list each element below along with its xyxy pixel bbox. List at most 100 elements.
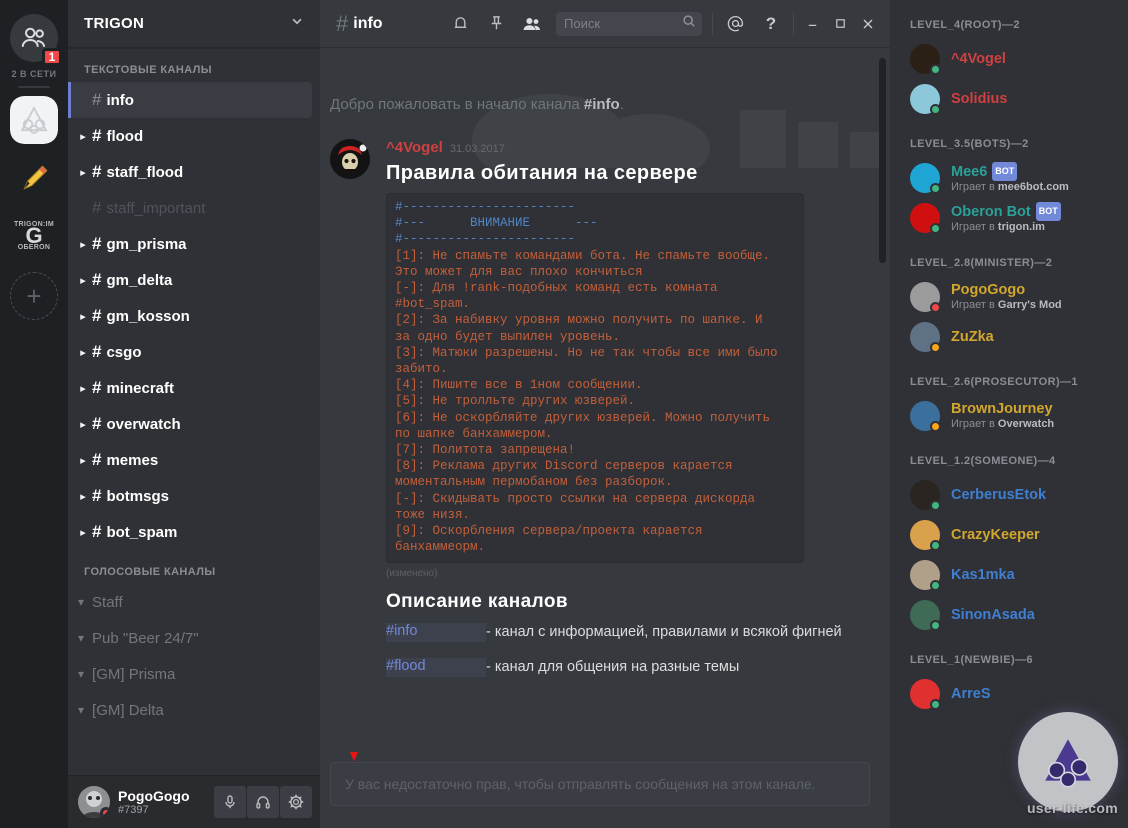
member-item[interactable]: Solidius <box>890 79 1128 119</box>
close-button[interactable] <box>854 9 882 39</box>
avatar[interactable] <box>910 203 941 234</box>
edited-label: (изменено) <box>386 568 438 580</box>
bell-icon <box>454 17 466 29</box>
guild-header[interactable]: TRIGON <box>68 0 320 48</box>
member-item[interactable]: ArreS <box>890 674 1128 714</box>
voice-channel-item[interactable]: ▾ [GM] Prisma <box>68 656 320 692</box>
server-icon-pencil[interactable] <box>10 154 58 202</box>
watermark-logo <box>1018 712 1118 812</box>
pinned-messages-button[interactable] <box>478 6 514 42</box>
channel-name: gm_kosson <box>106 307 190 325</box>
channel-item-gm_prisma[interactable]: ▸ # gm_prisma <box>68 226 312 262</box>
member-list-button[interactable] <box>514 6 550 42</box>
channel-item-minecraft[interactable]: ▸ # minecraft <box>68 370 312 406</box>
member-item[interactable]: BrownJourney Играет в Overwatch <box>890 396 1128 436</box>
avatar[interactable] <box>910 480 941 511</box>
help-button[interactable]: ? <box>753 6 789 42</box>
member-activity: Играет в Overwatch <box>951 418 1055 430</box>
question-mark-icon: ? <box>765 13 777 33</box>
avatar[interactable] <box>910 560 941 591</box>
pin-icon <box>491 16 501 30</box>
message-scrollbar[interactable] <box>879 58 886 263</box>
voice-channel-item[interactable]: ▾ [GM] Delta <box>68 692 320 728</box>
status-indicator <box>930 183 941 194</box>
channel-item-memes[interactable]: ▸ # memes <box>68 442 312 478</box>
watermark-text: user-life.com <box>1026 800 1118 816</box>
channel-descriptions: #info - канал с информацией, правилами и … <box>386 623 870 678</box>
search-input[interactable] <box>564 16 676 31</box>
voice-channel-item[interactable]: ▾ Pub "Beer 24/7" <box>68 620 320 656</box>
discord-window: 1 2 В СЕТИ TRIGON:IM G OБERON + TRIGON Т… <box>0 0 1128 828</box>
direct-messages-button[interactable]: 1 <box>10 14 62 66</box>
member-item[interactable]: Oberon Bot BOT Играет в trigon.im <box>890 198 1128 238</box>
channel-item-overwatch[interactable]: ▸ # overwatch <box>68 406 312 442</box>
user-settings-button[interactable] <box>280 786 312 818</box>
welcome-channel-mention: #info <box>583 96 620 113</box>
channel-list[interactable]: ТЕКСТОВЫЕ КАНАЛЫ ▸#info▸#flood▸#staff_fl… <box>68 48 320 775</box>
channel-name: info <box>106 91 134 109</box>
pencil-glyph-icon <box>23 165 48 190</box>
maximize-button[interactable] <box>826 9 854 39</box>
member-item[interactable]: Kas1mka <box>890 555 1128 595</box>
avatar[interactable] <box>910 163 941 194</box>
member-item[interactable]: ^4Vogel <box>890 39 1128 79</box>
unread-arrow-icon: ▸ <box>80 454 86 467</box>
server-icon-oberon[interactable]: TRIGON:IM G OБERON <box>10 212 58 260</box>
member-text: BrownJourney Играет в Overwatch <box>951 401 1054 431</box>
headphones-icon <box>256 796 270 809</box>
avatar[interactable] <box>910 282 941 313</box>
channel-mention[interactable]: #flood <box>386 658 486 678</box>
minimize-button[interactable] <box>798 9 826 39</box>
avatar[interactable] <box>910 401 941 432</box>
channel-item-gm_delta[interactable]: ▸ # gm_delta <box>68 262 312 298</box>
mentions-button[interactable] <box>717 6 753 42</box>
member-group-title: LEVEL_2.8(MINISTER)—2 <box>910 257 1053 269</box>
channel-item-bot_spam[interactable]: ▸ # bot_spam <box>68 514 312 550</box>
server-icon-trigon[interactable] <box>10 96 58 144</box>
deafen-button[interactable] <box>247 786 279 818</box>
member-activity-name: mee6bot.com <box>997 181 1069 193</box>
member-item[interactable]: PogoGogo Играет в Garry's Mod <box>890 277 1128 317</box>
member-item[interactable]: Mee6 BOT Играет в mee6bot.com <box>890 158 1128 198</box>
member-item[interactable]: CerberusEtok <box>890 475 1128 515</box>
voice-channel-item[interactable]: ▾ Staff <box>68 584 320 620</box>
avatar[interactable] <box>78 786 110 818</box>
avatar[interactable] <box>910 44 941 75</box>
member-item[interactable]: SinonAsada <box>890 595 1128 635</box>
channel-item-info[interactable]: ▸#info <box>68 82 312 118</box>
channel-item-csgo[interactable]: ▸ # csgo <box>68 334 312 370</box>
member-list[interactable]: LEVEL_4(ROOT)—2 ^4Vogel Solidius LEVEL_3.5(… <box>890 0 1128 828</box>
avatar-image <box>330 139 370 179</box>
channel-item-staff_flood[interactable]: ▸ # staff_flood <box>68 154 312 190</box>
member-name: Oberon Bot BOT <box>951 202 1061 221</box>
avatar[interactable] <box>910 600 941 631</box>
hash-icon: # <box>92 378 102 397</box>
mute-button[interactable] <box>214 786 246 818</box>
search-icon <box>682 14 696 33</box>
avatar[interactable] <box>910 84 941 115</box>
channel-item-flood[interactable]: ▸ # flood <box>68 118 312 154</box>
member-item[interactable]: ZuZka <box>890 317 1128 357</box>
add-server-button[interactable]: + <box>10 272 58 320</box>
triangle-logo-icon <box>1045 739 1091 788</box>
message-avatar[interactable] <box>330 139 370 179</box>
search-box[interactable] <box>556 11 702 36</box>
channel-item-gm_kosson[interactable]: ▸ # gm_kosson <box>68 298 312 334</box>
channel-description-text: - канал для общения на разные темы <box>486 659 740 676</box>
avatar[interactable] <box>910 520 941 551</box>
channel-mention[interactable]: #info <box>386 623 486 643</box>
channel-item-staff_important[interactable]: ▸#staff_important <box>68 190 312 226</box>
channel-item-botmsgs[interactable]: ▸ # botmsgs <box>68 478 312 514</box>
message-author[interactable]: ^4Vogel <box>386 139 443 156</box>
chevron-down-icon: ▾ <box>78 703 85 717</box>
avatar[interactable] <box>910 322 941 353</box>
main-panel: # info Поиск ? Добро пожаловать в начало… <box>320 0 890 828</box>
notifications-button[interactable] <box>442 6 478 42</box>
unread-arrow-icon: ▸ <box>80 526 86 539</box>
message-list[interactable]: Добро пожаловать в начало канала #info. <box>320 48 890 752</box>
member-item[interactable]: CrazyKeeper <box>890 515 1128 555</box>
unread-arrow-icon: ▸ <box>80 490 86 503</box>
avatar[interactable] <box>910 679 941 710</box>
gear-icon <box>288 794 304 810</box>
voice-channel-name: [GM] Prisma <box>92 665 176 683</box>
